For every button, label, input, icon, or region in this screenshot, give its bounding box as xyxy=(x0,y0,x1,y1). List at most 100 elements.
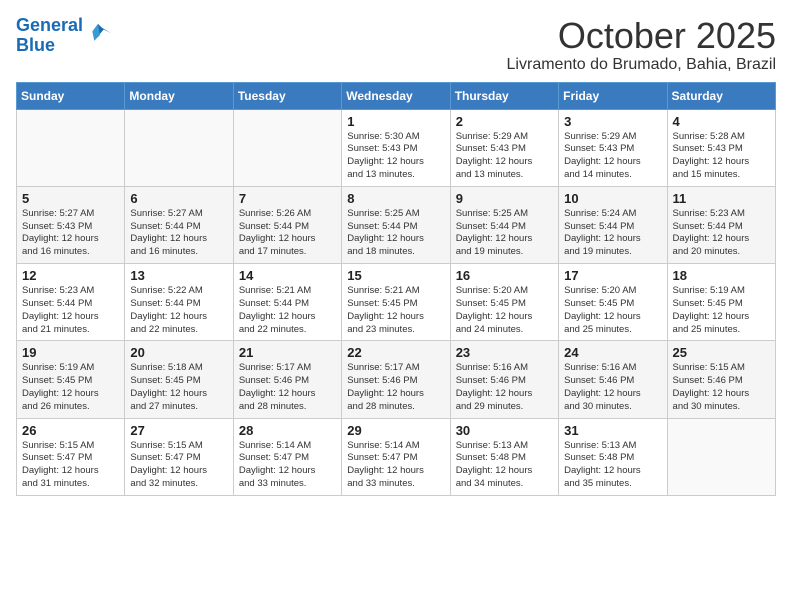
calendar-week-row: 1 Sunrise: 5:30 AM Sunset: 5:43 PM Daylig… xyxy=(17,109,776,186)
day-number: 14 xyxy=(239,268,336,283)
day-info: Sunrise: 5:15 AM Sunset: 5:47 PM Dayligh… xyxy=(130,440,227,491)
day-info: Sunrise: 5:14 AM Sunset: 5:47 PM Dayligh… xyxy=(347,440,444,491)
day-number: 11 xyxy=(673,191,770,206)
day-number: 10 xyxy=(564,191,661,206)
calendar-cell: 31 Sunrise: 5:13 AM Sunset: 5:48 PM Dayli… xyxy=(559,418,667,495)
day-info: Sunrise: 5:20 AM Sunset: 5:45 PM Dayligh… xyxy=(564,285,661,336)
day-info: Sunrise: 5:19 AM Sunset: 5:45 PM Dayligh… xyxy=(673,285,770,336)
day-info: Sunrise: 5:14 AM Sunset: 5:47 PM Dayligh… xyxy=(239,440,336,491)
calendar-cell: 22 Sunrise: 5:17 AM Sunset: 5:46 PM Dayli… xyxy=(342,341,450,418)
day-number: 4 xyxy=(673,114,770,129)
day-number: 9 xyxy=(456,191,553,206)
calendar-cell: 5 Sunrise: 5:27 AM Sunset: 5:43 PM Daylig… xyxy=(17,186,125,263)
day-info: Sunrise: 5:26 AM Sunset: 5:44 PM Dayligh… xyxy=(239,208,336,259)
day-number: 31 xyxy=(564,423,661,438)
calendar-cell: 26 Sunrise: 5:15 AM Sunset: 5:47 PM Dayli… xyxy=(17,418,125,495)
calendar-table: SundayMondayTuesdayWednesdayThursdayFrid… xyxy=(16,82,776,496)
month-title: October 2025 xyxy=(507,16,776,56)
calendar-cell: 3Sunrise: 5:29 AM Sunset: 5:43 PM Daylig… xyxy=(559,109,667,186)
day-number: 16 xyxy=(456,268,553,283)
weekday-header: Friday xyxy=(559,82,667,109)
weekday-header: Wednesday xyxy=(342,82,450,109)
calendar-cell: 30 Sunrise: 5:13 AM Sunset: 5:48 PM Dayli… xyxy=(450,418,558,495)
day-info: Sunrise: 5:24 AM Sunset: 5:44 PM Dayligh… xyxy=(564,208,661,259)
day-info: Sunrise: 5:17 AM Sunset: 5:46 PM Dayligh… xyxy=(239,362,336,413)
day-number: 23 xyxy=(456,345,553,360)
weekday-header: Saturday xyxy=(667,82,775,109)
day-info: Sunrise: 5:30 AM Sunset: 5:43 PM Dayligh… xyxy=(347,131,444,182)
day-number: 7 xyxy=(239,191,336,206)
calendar-cell: 25 Sunrise: 5:15 AM Sunset: 5:46 PM Dayli… xyxy=(667,341,775,418)
day-info: Sunrise: 5:15 AM Sunset: 5:47 PM Dayligh… xyxy=(22,440,119,491)
day-number: 30 xyxy=(456,423,553,438)
calendar-cell: 9Sunrise: 5:25 AM Sunset: 5:44 PM Daylig… xyxy=(450,186,558,263)
day-info: Sunrise: 5:15 AM Sunset: 5:46 PM Dayligh… xyxy=(673,362,770,413)
calendar-cell: 19 Sunrise: 5:19 AM Sunset: 5:45 PM Dayli… xyxy=(17,341,125,418)
day-info: Sunrise: 5:17 AM Sunset: 5:46 PM Dayligh… xyxy=(347,362,444,413)
page-header: GeneralBlue October 2025 Livramento do B… xyxy=(16,16,776,74)
day-info: Sunrise: 5:13 AM Sunset: 5:48 PM Dayligh… xyxy=(564,440,661,491)
day-info: Sunrise: 5:16 AM Sunset: 5:46 PM Dayligh… xyxy=(456,362,553,413)
day-number: 19 xyxy=(22,345,119,360)
calendar-cell: 6 Sunrise: 5:27 AM Sunset: 5:44 PM Daylig… xyxy=(125,186,233,263)
day-number: 24 xyxy=(564,345,661,360)
weekday-header: Tuesday xyxy=(233,82,341,109)
calendar-cell: 23 Sunrise: 5:16 AM Sunset: 5:46 PM Dayli… xyxy=(450,341,558,418)
day-number: 5 xyxy=(22,191,119,206)
weekday-header: Sunday xyxy=(17,82,125,109)
calendar-cell xyxy=(667,418,775,495)
calendar-cell: 18 Sunrise: 5:19 AM Sunset: 5:45 PM Dayli… xyxy=(667,264,775,341)
day-number: 28 xyxy=(239,423,336,438)
day-info: Sunrise: 5:27 AM Sunset: 5:44 PM Dayligh… xyxy=(130,208,227,259)
day-number: 2 xyxy=(456,114,553,129)
logo: GeneralBlue xyxy=(16,16,113,56)
calendar-cell: 8Sunrise: 5:25 AM Sunset: 5:44 PM Daylig… xyxy=(342,186,450,263)
calendar-cell: 1 Sunrise: 5:30 AM Sunset: 5:43 PM Daylig… xyxy=(342,109,450,186)
calendar-cell: 27Sunrise: 5:15 AM Sunset: 5:47 PM Dayli… xyxy=(125,418,233,495)
calendar-week-row: 26 Sunrise: 5:15 AM Sunset: 5:47 PM Dayli… xyxy=(17,418,776,495)
day-number: 13 xyxy=(130,268,227,283)
calendar-week-row: 19 Sunrise: 5:19 AM Sunset: 5:45 PM Dayli… xyxy=(17,341,776,418)
logo-bird-icon xyxy=(85,22,113,50)
day-info: Sunrise: 5:28 AM Sunset: 5:43 PM Dayligh… xyxy=(673,131,770,182)
day-number: 22 xyxy=(347,345,444,360)
day-number: 6 xyxy=(130,191,227,206)
calendar-cell xyxy=(125,109,233,186)
calendar-cell: 21 Sunrise: 5:17 AM Sunset: 5:46 PM Dayli… xyxy=(233,341,341,418)
calendar-week-row: 5 Sunrise: 5:27 AM Sunset: 5:43 PM Daylig… xyxy=(17,186,776,263)
day-info: Sunrise: 5:16 AM Sunset: 5:46 PM Dayligh… xyxy=(564,362,661,413)
day-info: Sunrise: 5:29 AM Sunset: 5:43 PM Dayligh… xyxy=(564,131,661,182)
day-info: Sunrise: 5:19 AM Sunset: 5:45 PM Dayligh… xyxy=(22,362,119,413)
calendar-cell xyxy=(233,109,341,186)
day-number: 1 xyxy=(347,114,444,129)
day-info: Sunrise: 5:22 AM Sunset: 5:44 PM Dayligh… xyxy=(130,285,227,336)
day-info: Sunrise: 5:21 AM Sunset: 5:44 PM Dayligh… xyxy=(239,285,336,336)
weekday-header-row: SundayMondayTuesdayWednesdayThursdayFrid… xyxy=(17,82,776,109)
calendar-cell: 29Sunrise: 5:14 AM Sunset: 5:47 PM Dayli… xyxy=(342,418,450,495)
day-number: 21 xyxy=(239,345,336,360)
day-number: 25 xyxy=(673,345,770,360)
day-info: Sunrise: 5:27 AM Sunset: 5:43 PM Dayligh… xyxy=(22,208,119,259)
weekday-header: Thursday xyxy=(450,82,558,109)
calendar-cell: 28 Sunrise: 5:14 AM Sunset: 5:47 PM Dayli… xyxy=(233,418,341,495)
location-title: Livramento do Brumado, Bahia, Brazil xyxy=(507,56,776,74)
logo-text: GeneralBlue xyxy=(16,16,83,56)
day-number: 18 xyxy=(673,268,770,283)
day-info: Sunrise: 5:20 AM Sunset: 5:45 PM Dayligh… xyxy=(456,285,553,336)
calendar-cell: 11Sunrise: 5:23 AM Sunset: 5:44 PM Dayli… xyxy=(667,186,775,263)
title-area: October 2025 Livramento do Brumado, Bahi… xyxy=(507,16,776,74)
calendar-cell: 12Sunrise: 5:23 AM Sunset: 5:44 PM Dayli… xyxy=(17,264,125,341)
day-number: 12 xyxy=(22,268,119,283)
calendar-cell: 24 Sunrise: 5:16 AM Sunset: 5:46 PM Dayli… xyxy=(559,341,667,418)
day-info: Sunrise: 5:13 AM Sunset: 5:48 PM Dayligh… xyxy=(456,440,553,491)
calendar-week-row: 12Sunrise: 5:23 AM Sunset: 5:44 PM Dayli… xyxy=(17,264,776,341)
day-number: 26 xyxy=(22,423,119,438)
calendar-cell: 2Sunrise: 5:29 AM Sunset: 5:43 PM Daylig… xyxy=(450,109,558,186)
calendar-cell: 17Sunrise: 5:20 AM Sunset: 5:45 PM Dayli… xyxy=(559,264,667,341)
calendar-cell: 4 Sunrise: 5:28 AM Sunset: 5:43 PM Daylig… xyxy=(667,109,775,186)
calendar-cell: 16 Sunrise: 5:20 AM Sunset: 5:45 PM Dayli… xyxy=(450,264,558,341)
calendar-cell: 20Sunrise: 5:18 AM Sunset: 5:45 PM Dayli… xyxy=(125,341,233,418)
calendar-cell: 13 Sunrise: 5:22 AM Sunset: 5:44 PM Dayli… xyxy=(125,264,233,341)
day-info: Sunrise: 5:21 AM Sunset: 5:45 PM Dayligh… xyxy=(347,285,444,336)
calendar-cell: 15Sunrise: 5:21 AM Sunset: 5:45 PM Dayli… xyxy=(342,264,450,341)
